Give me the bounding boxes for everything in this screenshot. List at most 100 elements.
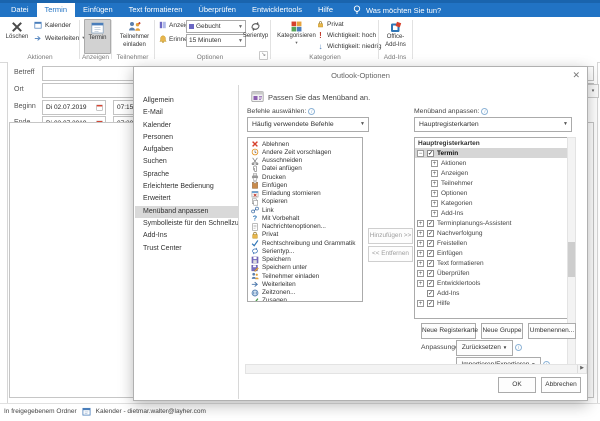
kalender-button[interactable]: Kalender [34,21,71,29]
expand-node-icon[interactable]: + [417,300,424,307]
ribbon-tab[interactable]: Datei [3,3,37,17]
ribbon-tree-box[interactable]: Hauptregisterkarten −✓Termin+Aktionen+An… [414,137,568,319]
dialog-nav-item[interactable]: Suchen [135,156,238,168]
dialog-launcher-icon[interactable]: ↘ [259,51,268,60]
tree-tab-row[interactable]: +✓Hilfe [415,298,567,308]
cancel-button[interactable]: Abbrechen [541,377,581,393]
command-item[interactable]: Ausschneiden [248,157,362,165]
importance-low-button[interactable]: ↓ Wichtigkeit: niedrig [317,42,382,51]
start-date-picker-button[interactable] [93,100,106,115]
dialog-nav-item[interactable]: Aufgaben [135,144,238,156]
expand-node-icon[interactable]: + [417,270,424,277]
command-item[interactable]: Ablehnen [248,140,362,148]
recurrence-button[interactable]: Serientyp [244,19,267,52]
tree-group-row[interactable]: +Anzeigen [415,168,567,178]
scrollbar-thumb[interactable] [568,242,575,277]
ribbon-tab[interactable]: Entwicklertools [244,3,310,17]
checkbox[interactable]: ✓ [427,250,434,257]
customize-ribbon-dropdown[interactable]: Hauptregisterkarten ▼ [414,117,572,132]
command-item[interactable]: Nachrichtenoptionen... [248,223,362,231]
command-item[interactable]: ?Mit Vorbehalt [248,214,362,222]
reminder-combo[interactable]: 15 Minuten ▼ [186,34,246,47]
ribbon-tab[interactable]: Überprüfen [190,3,244,17]
tree-tab-row[interactable]: +✓Überprüfen [415,268,567,278]
dialog-nav-item[interactable]: Allgemein [135,95,238,107]
command-item[interactable]: Drucken [248,173,362,181]
categorize-button[interactable]: Kategorisieren ▾ [280,19,313,56]
tree-tab-row[interactable]: +✓Text formatieren [415,258,567,268]
info-icon[interactable]: i [515,344,522,351]
dialog-nav-item[interactable]: Menüband anpassen [135,206,238,218]
info-icon[interactable]: i [481,108,488,115]
private-button[interactable]: Privat [317,20,344,28]
command-item[interactable]: Einladung stornieren [248,190,362,198]
expand-node-icon[interactable]: + [431,160,438,167]
checkbox[interactable]: ✓ [427,280,434,287]
info-icon[interactable]: i [308,108,315,115]
command-item[interactable]: Privat [248,231,362,239]
reset-button[interactable]: Zurücksetzen ▼ [456,340,513,356]
add-button[interactable]: Hinzufügen >> [368,228,413,244]
tree-group-row[interactable]: +Aktionen [415,158,567,168]
remove-button[interactable]: << Entfernen [368,246,413,262]
command-item[interactable]: Speichern [248,256,362,264]
tree-tab-row[interactable]: +✓Freistellen [415,238,567,248]
close-icon[interactable]: ✕ [572,70,580,80]
dialog-nav-item[interactable]: Symbolleiste für den Schnellzugriff [135,218,238,230]
expand-node-icon[interactable]: + [431,200,438,207]
checkbox[interactable]: ✓ [427,290,434,297]
command-item[interactable]: Speichern unter [248,264,362,272]
checkbox[interactable]: ✓ [427,150,434,157]
command-item[interactable]: Andere Zeit vorschlagen [248,148,362,156]
new-group-button[interactable]: Neue Gruppe [481,323,523,339]
expand-node-icon[interactable]: + [431,190,438,197]
command-item[interactable]: Datei anfügen [248,165,362,173]
tree-group-row[interactable]: +Optionen [415,188,567,198]
checkbox[interactable]: ✓ [427,260,434,267]
delete-button[interactable]: Löschen [4,19,30,53]
tree-tab-row[interactable]: ✓Add-Ins [415,288,567,298]
tree-tab-row[interactable]: +✓Nachverfolgung [415,228,567,238]
expand-node-icon[interactable]: + [431,180,438,187]
horizontal-scrollbar[interactable]: ▶ [245,364,587,374]
new-tab-button[interactable]: Neue Registerkarte [421,323,476,339]
command-item[interactable]: Kopieren [248,198,362,206]
scroll-right-icon[interactable]: ▶ [577,365,586,373]
tell-me-search[interactable]: Was möchten Sie tun? [353,3,441,17]
ribbon-tab[interactable]: Hilfe [310,3,341,17]
start-date-field[interactable]: Di 02.07.2019 [42,100,97,115]
tree-group-row[interactable]: +Teilnehmer [415,178,567,188]
dialog-nav-item[interactable]: Erweitert [135,193,238,205]
ok-button[interactable]: OK [498,377,536,393]
command-item[interactable]: Einfügen [248,181,362,189]
dialog-nav-item[interactable]: Add-Ins [135,230,238,242]
command-item[interactable]: Weiterleiten [248,280,362,288]
expand-node-icon[interactable]: + [417,240,424,247]
office-addins-button[interactable]: Office- Add-Ins [382,19,409,56]
expand-node-icon[interactable]: + [417,220,424,227]
expand-node-icon[interactable]: + [417,260,424,267]
checkbox[interactable]: ✓ [427,220,434,227]
tree-group-row[interactable]: +Add-Ins [415,208,567,218]
dialog-nav-item[interactable]: Personen [135,132,238,144]
command-item[interactable]: Rechtschreibung und Grammatik [248,239,362,247]
dialog-nav-item[interactable]: Sprache [135,169,238,181]
dialog-nav-item[interactable]: Trust Center [135,243,238,255]
command-item[interactable]: Zeitzonen... [248,289,362,297]
tree-group-row[interactable]: +Kategorien [415,198,567,208]
tree-tab-row[interactable]: −✓Termin [415,148,567,158]
collapse-button[interactable]: ▾ [587,84,599,98]
choose-commands-dropdown[interactable]: Häufig verwendete Befehle ▼ [247,117,369,132]
checkbox[interactable]: ✓ [427,270,434,277]
command-item[interactable]: Teilnehmer einladen [248,272,362,280]
tree-tab-row[interactable]: +✓Einfügen [415,248,567,258]
ribbon-tab[interactable]: Text formatieren [121,3,191,17]
collapse-node-icon[interactable]: − [417,150,424,157]
tree-tab-row[interactable]: +✓Entwicklertools [415,278,567,288]
expand-node-icon[interactable]: + [417,280,424,287]
expand-node-icon[interactable]: + [417,250,424,257]
command-item[interactable]: Zusagen [248,297,362,302]
expand-node-icon[interactable]: + [431,210,438,217]
weiterleiten-button[interactable]: Weiterleiten ▾ [34,34,84,42]
expand-node-icon[interactable]: + [417,230,424,237]
